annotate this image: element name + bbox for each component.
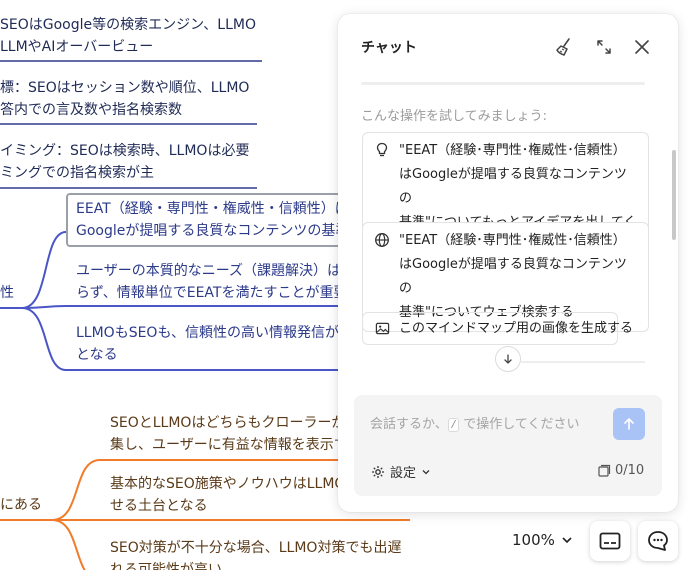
usage-counter: 0/10 xyxy=(597,463,644,478)
expand-icon xyxy=(597,40,611,54)
arrow-down-icon xyxy=(504,354,512,364)
node-line: 答内での言及数や指名検索数 xyxy=(0,102,182,118)
node-line: 集し、ユーザーに有益な情報を表示す xyxy=(110,437,340,453)
suggestion-line: "EEAT（経験･専門性･権威性･信頼性） xyxy=(399,233,626,248)
node-line: SEOはGoogle等の検索エンジン、LLMO xyxy=(0,17,256,33)
close-icon xyxy=(635,40,649,54)
mindmap-branch-label[interactable]: にある xyxy=(0,494,42,514)
mindmap-node[interactable]: 標：SEOはセッション数や順位、LLMO 答内での言及数や指名検索数 xyxy=(0,77,249,121)
subtitles-button[interactable] xyxy=(590,521,630,561)
node-line: Googleが提唱する良質なコンテンツの基準 xyxy=(76,223,341,239)
node-line: となる xyxy=(76,347,118,363)
mindmap-node-selected[interactable]: EEAT（経験・専門性・権威性・信頼性）は Googleが提唱する良質なコンテン… xyxy=(66,193,341,247)
suggestion-generate-image[interactable]: このマインドマップ用の画像を生成する xyxy=(362,312,633,345)
mindmap-node[interactable]: SEOとLLMOはどちらもクローラーが 集し、ユーザーに有益な情報を表示す xyxy=(110,412,340,456)
zoom-level: 100% xyxy=(512,531,555,549)
chat-input[interactable]: 会話するか、 / で操作してください xyxy=(370,413,579,432)
node-line: れる可能性が高い xyxy=(110,562,222,570)
stack-icon xyxy=(598,464,611,477)
chat-panel: チャット こんな操作を試してみましょう: "EEAT（経験･専門性･権威性･信頼… xyxy=(338,14,678,512)
globe-icon xyxy=(375,233,389,247)
mindmap-node[interactable]: イミング：SEOは検索時、LLMOは必要 ミングでの指名検索が主 xyxy=(0,140,249,184)
expand-button[interactable] xyxy=(593,36,615,58)
node-line: ミングでの指名検索が主 xyxy=(0,165,154,181)
placeholder-text: 会話するか、 xyxy=(370,417,448,432)
settings-label: 設定 xyxy=(390,466,417,481)
scrollbar-thumb[interactable] xyxy=(672,150,676,240)
suggestion-line: "EEAT（経験･専門性･権威性･信頼性） xyxy=(399,143,626,158)
mindmap-branch-label[interactable]: 性 xyxy=(0,282,14,302)
node-line: SEO対策が不十分な場合、LLMO対策でも出遅 xyxy=(110,540,402,556)
broom-icon xyxy=(556,38,570,56)
placeholder-text: で操作してください xyxy=(459,417,580,432)
node-line: SEOとLLMOはどちらもクローラーが xyxy=(110,415,340,431)
divider xyxy=(521,361,645,363)
node-line: 標：SEOはセッション数や順位、LLMO xyxy=(0,80,250,96)
node-line: らず、情報単位でEEATを満たすことが重要 xyxy=(76,285,340,301)
suggestion-line: はGoogleが提唱する良質なコンテンツの xyxy=(399,167,627,206)
chat-composer: 会話するか、 / で操作してください 設定 0/10 xyxy=(354,395,662,496)
node-line: 基本的なSEO施策やノウハウはLLMO xyxy=(110,476,340,492)
gear-icon xyxy=(372,465,384,478)
mindmap-node[interactable]: ユーザーの本質的なニーズ（課題解決）は らず、情報単位でEEATを満たすことが重… xyxy=(76,260,340,304)
node-line: LLMやAIオーバービュー xyxy=(0,39,154,55)
close-button[interactable] xyxy=(631,36,653,58)
node-line: EEAT（経験・専門性・権威性・信頼性）は xyxy=(76,201,341,217)
suggestion-line: はGoogleが提唱する良質なコンテンツの xyxy=(399,257,627,296)
settings-dropdown[interactable]: 設定 xyxy=(371,462,431,481)
node-line: ユーザーの本質的なニーズ（課題解決）は xyxy=(76,263,340,279)
chevron-down-icon xyxy=(562,537,572,544)
arrow-up-icon xyxy=(624,417,634,430)
chat-title: チャット xyxy=(361,40,417,56)
suggestion-label: このマインドマップ用の画像を生成する xyxy=(399,321,634,336)
mindmap-node[interactable]: LLMOもSEOも、信頼性の高い情報発信が となる xyxy=(76,322,340,366)
mindmap-node[interactable]: 基本的なSEO施策やノウハウはLLMO せる土台となる xyxy=(110,473,340,517)
scroll-down-button[interactable] xyxy=(495,346,521,372)
chat-bubble-icon xyxy=(648,531,668,551)
lightbulb-icon xyxy=(376,142,388,157)
node-line: せる土台となる xyxy=(110,498,208,514)
subtitles-icon xyxy=(599,532,621,550)
slash-key-hint: / xyxy=(447,418,460,432)
mindmap-node[interactable]: SEOはGoogle等の検索エンジン、LLMO LLMやAIオーバービュー xyxy=(0,14,256,58)
clear-chat-button[interactable] xyxy=(553,36,575,58)
divider xyxy=(361,82,645,85)
mindmap-node[interactable]: SEO対策が不十分な場合、LLMO対策でも出遅 れる可能性が高い xyxy=(110,537,410,570)
counter-value: 0/10 xyxy=(615,463,645,478)
zoom-dropdown[interactable]: 100% xyxy=(512,531,573,549)
node-line: LLMOもSEOも、信頼性の高い情報発信が xyxy=(76,325,340,341)
node-line: イミング：SEOは検索時、LLMOは必要 xyxy=(0,143,250,159)
chevron-down-icon xyxy=(422,469,430,474)
chat-header: チャット xyxy=(338,14,678,78)
image-icon xyxy=(375,322,390,335)
suggestions-heading: こんな操作を試してみましょう: xyxy=(361,109,547,124)
send-button[interactable] xyxy=(613,408,645,440)
chat-toggle-button[interactable] xyxy=(638,521,678,561)
